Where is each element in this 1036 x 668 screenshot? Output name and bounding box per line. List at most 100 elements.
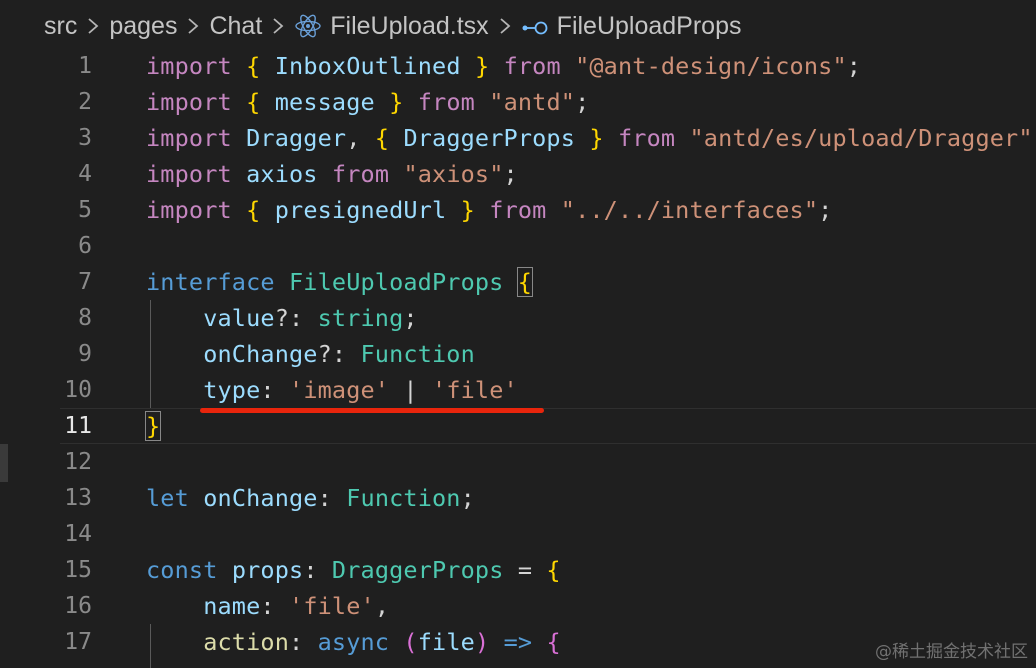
code-token: from [331, 160, 390, 188]
annotation-underline [200, 408, 544, 413]
code-token: InboxOutlined [274, 52, 461, 80]
code-token: 'file' [289, 592, 375, 620]
code-line[interactable]: 14 [0, 516, 1036, 552]
breadcrumb-item-src[interactable]: src [44, 12, 77, 41]
code-text: action: async (file) => { [146, 624, 561, 660]
code-token: presignedUrl [274, 196, 447, 224]
code-token: { [516, 267, 534, 297]
code-editor[interactable]: 1 import { InboxOutlined } from "@ant-des… [0, 48, 1036, 668]
breadcrumb-item-pages[interactable]: pages [109, 12, 177, 41]
code-token: from [617, 124, 676, 152]
code-line[interactable]: 15 const props: DraggerProps = { [0, 552, 1036, 588]
line-number: 11 [64, 413, 92, 439]
code-token: type [203, 376, 261, 404]
code-token: "@ant-design/icons" [575, 52, 847, 80]
code-token: = [503, 556, 547, 584]
code-token: } [460, 196, 475, 224]
code-token: } [389, 88, 404, 116]
code-token: ; [846, 52, 862, 80]
code-token: from [417, 88, 475, 116]
code-line[interactable]: 16 name: 'file', [0, 588, 1036, 624]
code-token: { [374, 124, 390, 152]
line-number: 3 [78, 125, 92, 151]
code-token: : [260, 376, 290, 404]
chevron-right-icon [499, 17, 511, 35]
code-token: , [346, 124, 375, 152]
code-text: import axios from "axios"; [146, 156, 518, 192]
line-number: 12 [64, 449, 92, 475]
code-text: } [144, 408, 162, 444]
code-token: "axios" [403, 160, 504, 188]
line-number: 13 [64, 485, 92, 511]
code-text: interface FileUploadProps { [146, 264, 534, 300]
line-number: 10 [64, 377, 92, 403]
line-number: 17 [64, 629, 92, 655]
breadcrumb-item-symbol[interactable]: FileUploadProps [521, 12, 742, 41]
line-number: 7 [78, 269, 92, 295]
code-token: "antd/es/upload/Dragger" [689, 124, 1033, 152]
code-line[interactable]: 3 import Dragger, { DraggerProps } from "… [0, 120, 1036, 156]
code-line[interactable]: 12 [0, 444, 1036, 480]
code-token: message [274, 88, 375, 116]
code-line[interactable]: 9 onChange?: Function [0, 336, 1036, 372]
breadcrumb-item-file[interactable]: FileUpload.tsx [294, 11, 489, 41]
code-token: ?: [274, 304, 318, 332]
code-line[interactable]: 7 interface FileUploadProps { [0, 264, 1036, 300]
code-token: Function [360, 340, 475, 368]
breadcrumb-item-chat[interactable]: Chat [209, 12, 262, 41]
chevron-right-icon [187, 17, 199, 35]
code-line[interactable]: 1 import { InboxOutlined } from "@ant-des… [0, 48, 1036, 84]
code-token: { [546, 628, 561, 656]
code-line[interactable]: 11} [0, 408, 1036, 444]
code-line[interactable]: 10 type: 'image' | 'file' [0, 372, 1036, 408]
code-line[interactable]: 2 import { message } from "antd"; [0, 84, 1036, 120]
code-line[interactable]: 4 import axios from "axios"; [0, 156, 1036, 192]
line-number: 6 [78, 233, 92, 259]
code-token: ; [575, 88, 590, 116]
code-text: import { InboxOutlined } from "@ant-desi… [146, 48, 861, 84]
code-line[interactable]: 8 value?: string; [0, 300, 1036, 336]
line-number: 4 [78, 161, 92, 187]
code-token: import [146, 124, 232, 152]
code-token: DraggerProps [403, 124, 576, 152]
code-text: import { presignedUrl } from "../../inte… [146, 192, 832, 228]
code-token: import [146, 160, 232, 188]
breadcrumb-label: FileUpload.tsx [330, 11, 489, 40]
code-token: } [589, 124, 604, 152]
code-text: let onChange: Function; [146, 480, 475, 516]
code-line[interactable]: 5 import { presignedUrl } from "../../int… [0, 192, 1036, 228]
watermark: @稀土掘金技术社区 [875, 642, 1028, 662]
chevron-right-icon [272, 17, 284, 35]
code-token: action [203, 628, 289, 656]
code-token: from [489, 196, 547, 224]
code-token: ; [818, 196, 833, 224]
code-token: string [317, 304, 404, 332]
code-line[interactable]: 13 let onChange: Function; [0, 480, 1036, 516]
breadcrumb-label: Chat [209, 11, 263, 40]
code-text: name: 'file', [146, 588, 389, 624]
react-icon [294, 12, 322, 40]
code-token: : [317, 484, 347, 512]
code-token: from [503, 52, 561, 80]
code-line[interactable]: 6 [0, 228, 1036, 264]
code-token: Dragger [246, 124, 347, 152]
code-token: "antd" [489, 88, 576, 116]
